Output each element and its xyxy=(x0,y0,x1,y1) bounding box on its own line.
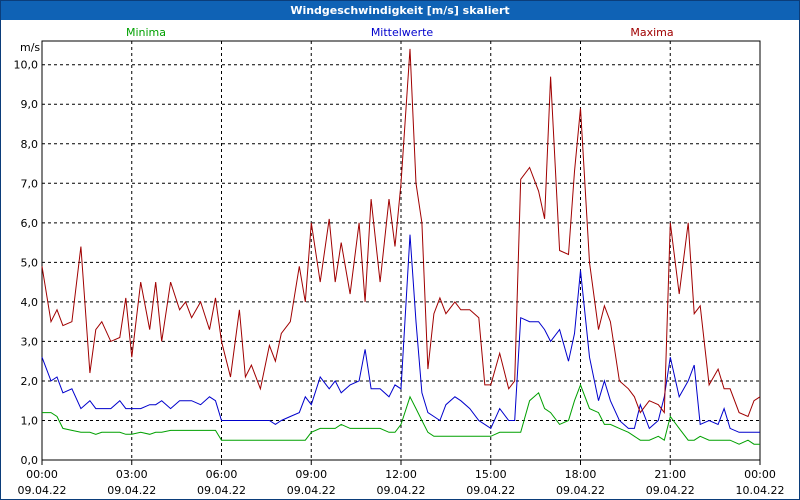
legend-minima: Minima xyxy=(126,26,166,39)
y-tick-label: 6,0 xyxy=(21,217,39,230)
x-tick-time: 06:00 xyxy=(206,468,238,481)
legend-maxima: Maxima xyxy=(630,26,673,39)
x-tick-time: 09:00 xyxy=(295,468,327,481)
x-tick-time: 21:00 xyxy=(654,468,686,481)
x-tick-time: 00:00 xyxy=(26,468,58,481)
x-tick-date: 09.04.22 xyxy=(556,484,605,497)
x-tick-date: 09.04.22 xyxy=(377,484,426,497)
x-tick-date: 10.04.22 xyxy=(736,484,785,497)
y-tick-label: 10,0 xyxy=(14,59,39,72)
y-tick-label: 3,0 xyxy=(21,335,39,348)
y-tick-label: 4,0 xyxy=(21,296,39,309)
x-tick-date: 09.04.22 xyxy=(197,484,246,497)
x-tick-time: 18:00 xyxy=(565,468,597,481)
y-tick-label: 1,0 xyxy=(21,414,39,427)
chart-canvas: Minima Mittelwerte Maxima m/s 0,0 1,0 2,0 3… xyxy=(14,26,785,497)
x-tick-date: 09.04.22 xyxy=(18,484,67,497)
x-tick-date: 09.04.22 xyxy=(107,484,156,497)
y-tick-label: 8,0 xyxy=(21,138,39,151)
x-tick-date: 09.04.22 xyxy=(646,484,695,497)
x-tick-time: 12:00 xyxy=(385,468,417,481)
x-tick-time: 03:00 xyxy=(116,468,148,481)
y-tick-label: 5,0 xyxy=(21,256,39,269)
y-tick-label: 7,0 xyxy=(21,177,39,190)
x-tick-time: 15:00 xyxy=(475,468,507,481)
x-tick-date: 09.04.22 xyxy=(287,484,336,497)
x-tick-time: 00:00 xyxy=(744,468,776,481)
x-tick-date: 09.04.22 xyxy=(466,484,515,497)
y-tick-label: 0,0 xyxy=(21,454,39,467)
y-tick-label: 2,0 xyxy=(21,375,39,388)
legend-mittelwerte: Mittelwerte xyxy=(371,26,434,39)
y-axis-unit: m/s xyxy=(20,41,40,54)
y-tick-label: 9,0 xyxy=(21,98,39,111)
